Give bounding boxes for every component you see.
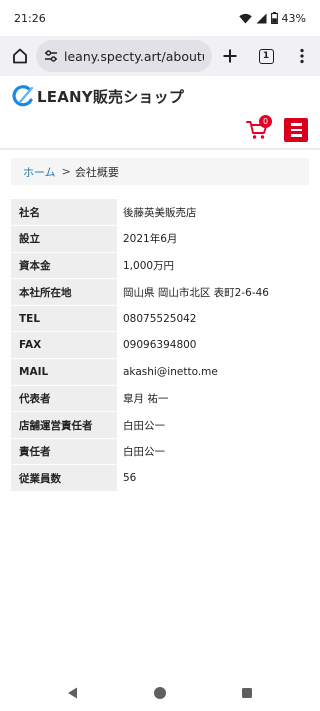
row-label: 責任者 — [11, 438, 117, 466]
status-icons: 43% — [238, 11, 306, 25]
wifi-icon — [238, 13, 252, 23]
overflow-menu-button[interactable] — [290, 44, 314, 68]
row-value: 09096394800 — [117, 331, 309, 359]
breadcrumb: ホーム > 会社概要 — [11, 158, 309, 185]
row-label: 代表者 — [11, 385, 117, 413]
row-label: 店舗運営責任者 — [11, 411, 117, 439]
hamburger-line — [290, 134, 302, 137]
row-label: 設立 — [11, 225, 117, 253]
status-bar: 21:26 43% — [0, 0, 320, 36]
table-row: MAIL akashi@inetto.me — [11, 358, 309, 386]
breadcrumb-current: 会社概要 — [74, 165, 119, 179]
table-row: 責任者 白田公一 — [11, 438, 309, 466]
row-value: 皐月 祐一 — [117, 385, 309, 412]
logo-text: LEANY販売ショップ — [37, 87, 185, 106]
row-value: 岡山県 岡山市北区 表町2-6-46 — [117, 278, 309, 306]
row-label: 資本金 — [11, 252, 117, 280]
row-label: 従業員数 — [11, 464, 117, 493]
row-value: 白田公一 — [117, 411, 309, 439]
logo-mark-icon — [12, 85, 34, 107]
row-label: FAX — [11, 331, 117, 360]
signal-icon — [256, 13, 267, 23]
row-label: 社名 — [11, 199, 117, 227]
recents-icon[interactable] — [242, 688, 252, 698]
row-value: 1,000万円 — [117, 252, 309, 279]
site-logo[interactable]: LEANY販売ショップ — [12, 85, 184, 107]
row-value: 後藤英美販売店 — [117, 199, 309, 226]
company-info-table: 社名 後藤英美販売店 設立 2021年6月 資本金 1,000万円 本社所在地 … — [11, 199, 309, 493]
table-row: TEL 08075525042 — [11, 305, 309, 333]
row-label: TEL — [11, 305, 117, 333]
tab-switcher-icon: 1 — [258, 48, 274, 64]
screen: 21:26 43% leany.specty.art/about 1 LEANY… — [0, 0, 320, 711]
home-nav-icon[interactable] — [154, 687, 166, 699]
hamburger-menu-button[interactable] — [284, 118, 308, 142]
hamburger-line — [290, 123, 302, 126]
row-label: MAIL — [11, 358, 117, 386]
home-icon — [13, 48, 27, 64]
breadcrumb-home-link[interactable]: ホーム — [23, 164, 56, 180]
tab-count: 1 — [262, 50, 270, 61]
row-value: akashi@inetto.me — [117, 358, 309, 386]
address-bar[interactable]: leany.specty.art/aboutus.ht — [36, 40, 212, 72]
table-row: 資本金 1,000万円 — [11, 252, 309, 280]
cart-button[interactable]: 0 — [246, 115, 272, 142]
row-label: 本社所在地 — [11, 278, 117, 306]
table-row: 本社所在地 岡山県 岡山市北区 表町2-6-46 — [11, 278, 309, 306]
back-icon[interactable] — [66, 686, 80, 700]
table-row: 代表者 皐月 祐一 — [11, 385, 309, 413]
home-button[interactable] — [8, 44, 32, 68]
new-tab-button[interactable] — [218, 44, 242, 68]
row-value: 56 — [117, 464, 309, 492]
cart-count-badge: 0 — [259, 115, 272, 128]
breadcrumb-separator: > — [61, 165, 71, 178]
site-settings-icon[interactable] — [44, 49, 58, 63]
row-value: 白田公一 — [117, 438, 309, 465]
overflow-menu-icon — [300, 48, 304, 64]
table-row: 従業員数 56 — [11, 464, 309, 493]
table-row: FAX 09096394800 — [11, 331, 309, 360]
table-row: 社名 後藤英美販売店 — [11, 199, 309, 227]
new-tab-icon — [223, 49, 237, 63]
battery-icon — [270, 12, 278, 24]
row-value: 08075525042 — [117, 305, 309, 332]
row-value: 2021年6月 — [117, 225, 309, 253]
site-header: LEANY販売ショップ 0 — [0, 76, 320, 150]
battery-level: 43% — [281, 11, 306, 25]
table-row: 設立 2021年6月 — [11, 225, 309, 253]
system-nav-bar — [0, 675, 320, 711]
hamburger-line — [290, 128, 302, 132]
table-row: 店舗運営責任者 白田公一 — [11, 411, 309, 439]
url-text[interactable]: leany.specty.art/aboutus.ht — [64, 49, 204, 64]
status-time: 21:26 — [14, 11, 46, 25]
tab-switcher-button[interactable]: 1 — [254, 44, 278, 68]
browser-toolbar: leany.specty.art/aboutus.ht 1 — [0, 36, 320, 76]
